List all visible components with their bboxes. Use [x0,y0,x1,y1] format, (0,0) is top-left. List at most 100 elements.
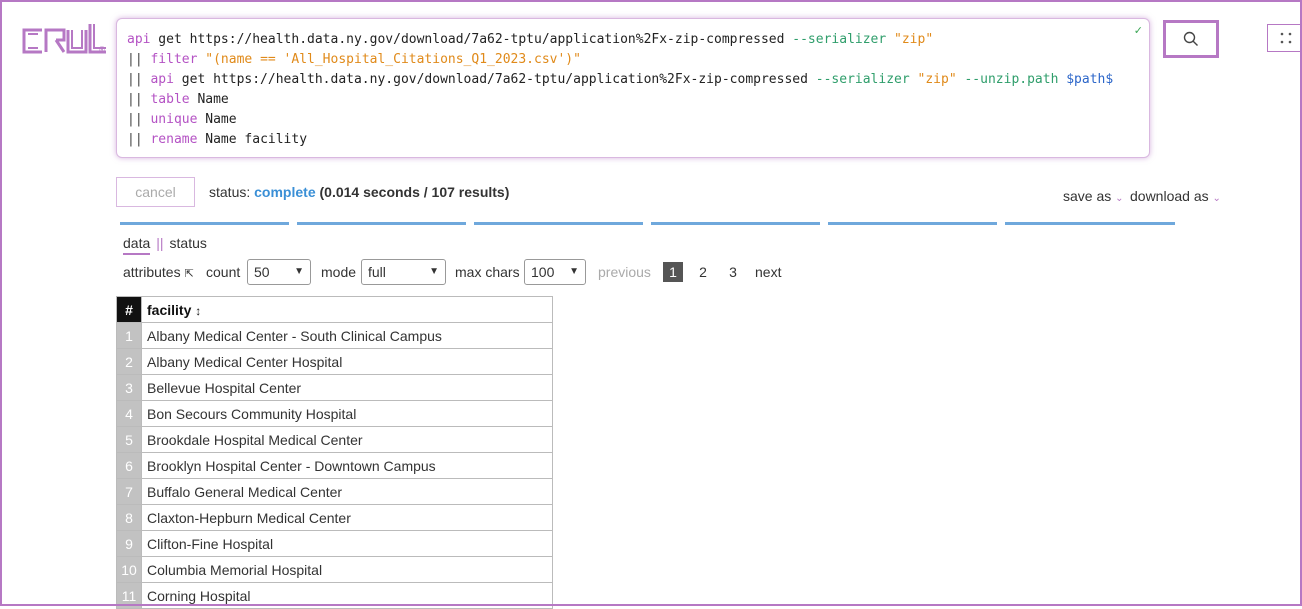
tab-status[interactable]: status [170,235,207,251]
max-chars-select[interactable]: 100 ▼ [524,259,586,285]
query-editor[interactable]: ✓ api get https://health.data.ny.gov/dow… [116,18,1150,158]
query-token [910,72,918,87]
facility-cell[interactable]: Albany Medical Center - South Clinical C… [141,322,553,349]
facility-cell[interactable]: Brooklyn Hospital Center - Downtown Camp… [141,452,553,479]
table-row[interactable]: 5 Brookdale Hospital Medical Center [116,426,553,453]
query-line[interactable]: || api get https://health.data.ny.gov/do… [127,70,1139,90]
query-token: "zip" [894,32,934,47]
query-token: Name [197,112,237,127]
query-token: || [127,112,151,127]
row-index: 7 [116,478,142,505]
next-page-link[interactable]: next [755,259,781,285]
download-as-label: download as [1130,188,1209,204]
cancel-button[interactable]: cancel [116,177,195,207]
table-row[interactable]: 2 Albany Medical Center Hospital [116,348,553,375]
drag-handle-button[interactable] [1267,24,1302,52]
table-header-row: # facility ↕ [116,296,553,323]
query-token: --serializer [815,72,910,87]
row-index: 3 [116,374,142,401]
attributes-toggle[interactable]: attributes ⇱ [123,259,194,287]
table-row[interactable]: 1 Albany Medical Center - South Clinical … [116,322,553,349]
table-row[interactable]: 10 Columbia Memorial Hospital [116,556,553,583]
table-row[interactable]: 7 Buffalo General Medical Center [116,478,553,505]
results-subnav: data || status [123,235,207,255]
query-token: Name facility [197,132,308,147]
facility-cell[interactable]: Corning Hospital [141,582,553,609]
grid-dots-icon [1280,32,1291,44]
query-line[interactable]: || filter "(name == 'All_Hospital_Citati… [127,50,1139,70]
facility-cell[interactable]: Clifton-Fine Hospital [141,530,553,557]
count-select[interactable]: 50 ▼ [247,259,311,285]
registered-mark: ® [99,45,105,54]
query-token: get https://health.data.ny.gov/download/… [150,32,793,47]
chevron-down-icon: ⌄ [1115,193,1124,204]
download-as-menu[interactable]: download as ⌄ [1130,188,1221,204]
row-index: 1 [116,322,142,349]
stage-bar[interactable] [474,222,643,225]
chevron-down-icon: ⌄ [1212,193,1221,204]
table-row[interactable]: 6 Brooklyn Hospital Center - Downtown Cam… [116,452,553,479]
stage-bar[interactable] [120,222,289,225]
query-token: rename [150,132,198,147]
query-line[interactable]: || rename Name facility [127,130,1139,150]
row-index: 2 [116,348,142,375]
query-token: unique [150,112,198,127]
max-chars-value: 100 [531,264,555,280]
query-line[interactable]: || unique Name [127,110,1139,130]
status-meta: (0.014 seconds / 107 results) [319,184,510,200]
query-line[interactable]: api get https://health.data.ny.gov/downl… [127,30,1139,50]
previous-page-link[interactable]: previous [598,259,651,285]
query-token: api [127,32,151,47]
tab-data[interactable]: data [123,235,151,255]
facility-cell[interactable]: Brookdale Hospital Medical Center [141,426,553,453]
count-label: count [206,264,241,280]
query-status: status: complete (0.014 seconds / 107 re… [209,184,509,200]
page-2-link[interactable]: 2 [693,262,713,282]
table-body: 1 Albany Medical Center - South Clinical … [116,322,553,609]
page-1-link[interactable]: 1 [663,262,683,282]
facility-cell[interactable]: Claxton-Hepburn Medical Center [141,504,553,531]
mode-select[interactable]: full ▼ [361,259,446,285]
table-row[interactable]: 8 Claxton-Hepburn Medical Center [116,504,553,531]
valid-check-icon: ✓ [1133,25,1143,37]
stage-bar[interactable] [1005,222,1175,225]
facility-cell[interactable]: Columbia Memorial Hospital [141,556,553,583]
query-code[interactable]: api get https://health.data.ny.gov/downl… [127,30,1139,150]
run-query-button[interactable] [1163,20,1219,58]
query-line[interactable]: || table Name [127,90,1139,110]
table-row[interactable]: 9 Clifton-Fine Hospital [116,530,553,557]
stage-bar[interactable] [828,222,997,225]
query-token: || [127,72,151,87]
chevron-down-icon: ▼ [429,266,439,277]
chevron-down-icon: ▼ [569,266,579,277]
search-icon [1183,31,1198,46]
max-chars-label: max chars [455,264,520,280]
facility-column-header[interactable]: facility ↕ [141,296,553,323]
save-as-menu[interactable]: save as ⌄ [1063,188,1124,204]
stage-bar[interactable] [297,222,466,225]
query-token: table [150,92,190,107]
page-3-link[interactable]: 3 [723,262,743,282]
save-as-label: save as [1063,188,1112,204]
chevron-down-icon: ▼ [294,266,304,277]
query-token: --serializer [792,32,887,47]
table-row[interactable]: 3 Bellevue Hospital Center [116,374,553,401]
row-index: 6 [116,452,142,479]
facility-cell[interactable]: Albany Medical Center Hospital [141,348,553,375]
table-row[interactable]: 11 Corning Hospital [116,582,553,609]
subnav-separator: || [156,235,164,251]
facility-cell[interactable]: Bellevue Hospital Center [141,374,553,401]
mode-value: full [368,264,386,280]
query-token: "(name == 'All_Hospital_Citations_Q1_202… [205,52,581,67]
row-index: 9 [116,530,142,557]
row-index: 11 [116,582,142,609]
query-token: || [127,132,151,147]
count-value: 50 [254,264,270,280]
facility-cell[interactable]: Buffalo General Medical Center [141,478,553,505]
table-row[interactable]: 4 Bon Secours Community Hospital [116,400,553,427]
mode-label: mode [321,264,357,280]
query-token: Name [189,92,229,107]
stage-bar[interactable] [651,222,820,225]
facility-cell[interactable]: Bon Secours Community Hospital [141,400,553,427]
sort-icon[interactable]: ↕ [195,304,201,318]
